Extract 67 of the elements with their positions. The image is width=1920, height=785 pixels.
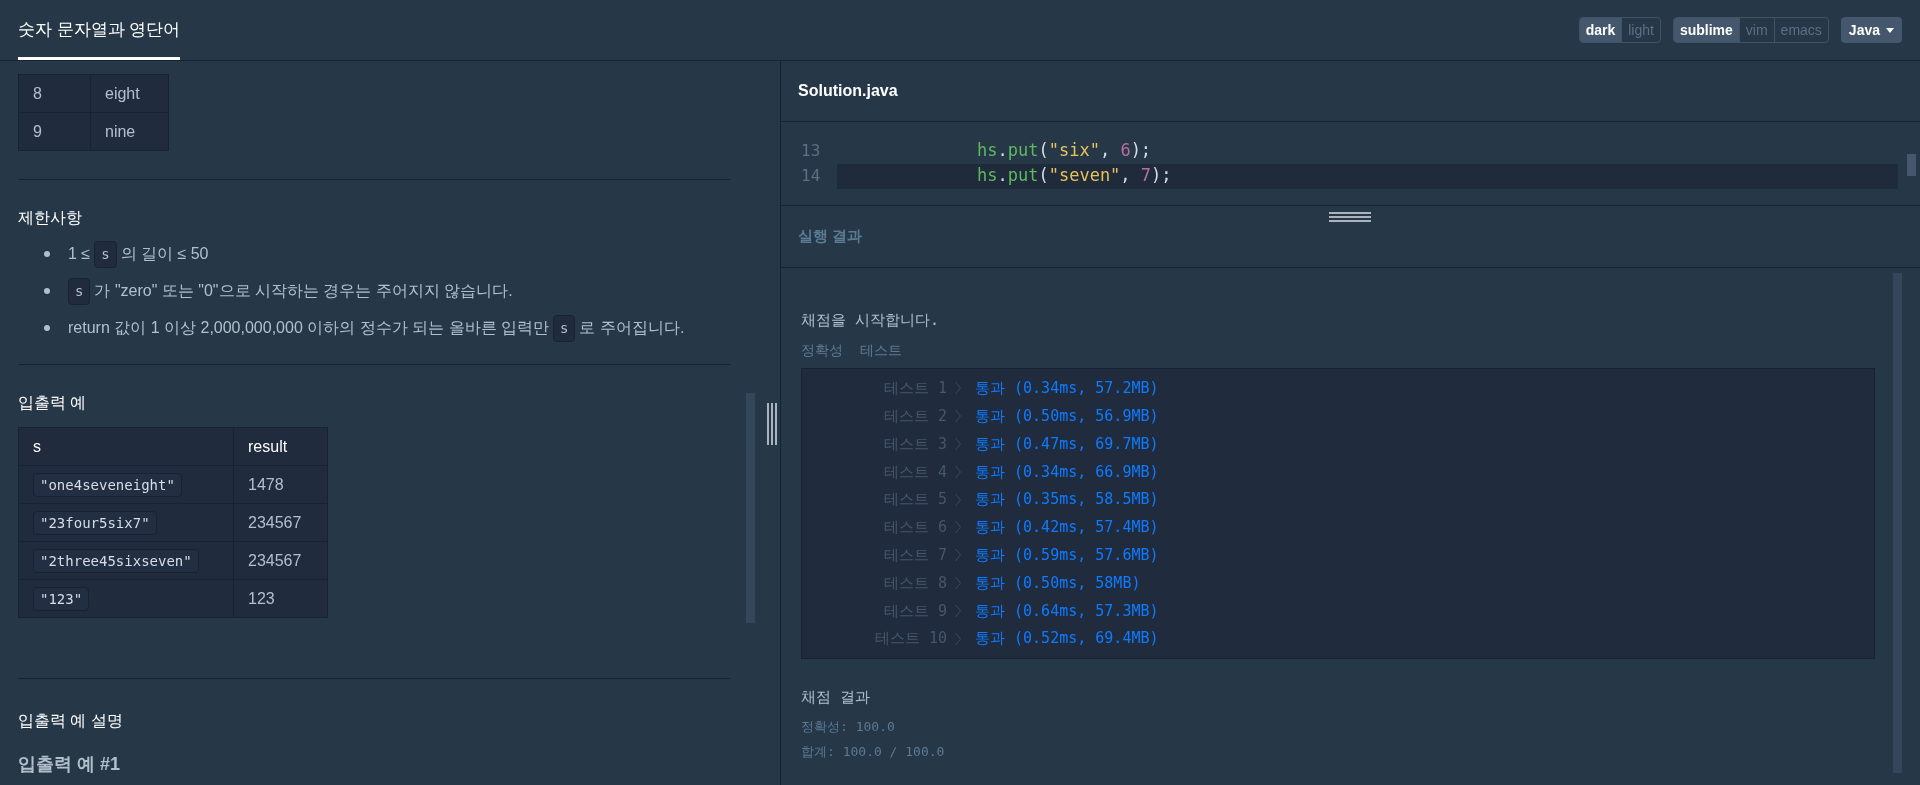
- inline-code: s: [94, 240, 117, 268]
- inline-code: s: [68, 277, 91, 305]
- test-result: 통과 (0.64ms, 57.3MB): [975, 600, 1159, 622]
- test-result: 통과 (0.35ms, 58.5MB): [975, 489, 1159, 511]
- line-number: 14: [800, 165, 822, 187]
- constraint-text: 1 ≤: [68, 244, 91, 264]
- problem-tab[interactable]: 숫자 문자열과 영단어: [18, 0, 181, 60]
- chevron-icon: [955, 575, 961, 590]
- constraint-text: 로 주어집니다.: [579, 318, 685, 338]
- section-heading: 입출력 예: [18, 393, 88, 413]
- bullet-icon: [44, 325, 50, 331]
- test-result: 통과 (0.50ms, 56.9MB): [975, 405, 1159, 427]
- constraint-text: 의 길이 ≤ 50: [120, 244, 209, 264]
- column-header: s: [18, 427, 234, 466]
- table-cell: 234567: [233, 541, 328, 580]
- console-text: 정확성 테스트: [801, 340, 903, 360]
- inline-code: s: [553, 314, 576, 342]
- table-cell: 234567: [233, 503, 328, 542]
- chevron-icon: [955, 520, 961, 535]
- table-cell: 1478: [233, 465, 328, 504]
- bullet-icon: [44, 251, 50, 257]
- inline-code: "23four5six7": [33, 510, 157, 535]
- inline-code: "2three45sixseven": [33, 548, 199, 573]
- chevron-icon: [955, 492, 961, 507]
- test-result: 통과 (0.50ms, 58MB): [975, 572, 1141, 594]
- inline-code: "one4seveneight": [33, 472, 182, 497]
- test-result: 통과 (0.52ms, 69.4MB): [975, 628, 1159, 650]
- console-text: 합계: 100.0 / 100.0: [801, 743, 946, 762]
- toggle-option[interactable]: dark: [1579, 18, 1622, 42]
- chevron-icon: [955, 548, 961, 563]
- inline-code: "123": [33, 586, 90, 611]
- section-heading: 제한사항: [18, 208, 83, 228]
- table-cell: 9: [18, 112, 91, 151]
- file-name: Solution.java: [798, 81, 898, 101]
- constraint-text: return 값이 1 이상 2,000,000,000 이하의 정수가 되는 올바른 입력만: [68, 318, 550, 338]
- console-text: 채점 결과: [801, 687, 872, 709]
- table-cell: eight: [90, 74, 169, 113]
- console-text: 정확성: 100.0: [801, 717, 896, 736]
- line-number: 13: [800, 140, 822, 162]
- bullet-icon: [44, 288, 50, 294]
- language-dropdown[interactable]: Java: [1840, 17, 1902, 43]
- test-result: 통과 (0.34ms, 66.9MB): [975, 461, 1159, 483]
- toggle-option[interactable]: sublime: [1673, 18, 1739, 42]
- test-result: 통과 (0.34ms, 57.2MB): [975, 378, 1159, 400]
- panel-title: 실행 결과: [798, 226, 863, 247]
- code-line: hs.put("six", 6);: [976, 139, 1153, 163]
- test-result: 통과 (0.59ms, 57.6MB): [975, 544, 1159, 566]
- test-result: 통과 (0.42ms, 57.4MB): [975, 517, 1159, 539]
- chevron-icon: [955, 437, 961, 451]
- section-heading: 입출력 예 설명: [18, 711, 124, 731]
- chevron-icon: [955, 409, 961, 424]
- resize-handle-icon[interactable]: [1329, 211, 1371, 223]
- example-subheading: 입출력 예 #1: [18, 753, 122, 776]
- constraint-text: 가 "zero" 또는 "0"으로 시작하는 경우는 주어지지 않습니다.: [94, 281, 513, 301]
- caret-icon: [1886, 27, 1894, 33]
- chevron-icon: [955, 381, 961, 396]
- console-text: 채점을 시작합니다.: [801, 310, 941, 331]
- chevron-icon: [955, 464, 961, 479]
- scrollbar[interactable]: [1907, 154, 1916, 176]
- chevron-icon: [955, 631, 961, 646]
- chevron-icon: [955, 603, 961, 618]
- column-header: result: [233, 427, 328, 466]
- table-cell: 123: [233, 579, 328, 618]
- resize-handle-icon[interactable]: [766, 403, 778, 445]
- table-cell: nine: [90, 112, 169, 151]
- table-cell: 8: [18, 74, 91, 113]
- test-result: 통과 (0.47ms, 69.7MB): [975, 433, 1159, 455]
